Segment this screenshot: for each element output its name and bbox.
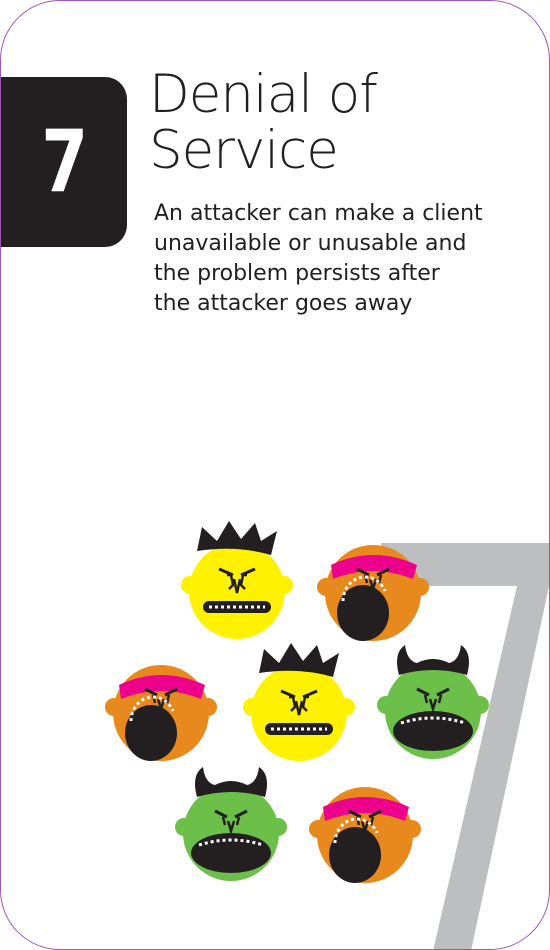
yellow-monster (241, 641, 357, 763)
green-monster (375, 643, 491, 761)
card: 7 Denial of Service An attacker can make… (0, 0, 550, 950)
yellow-monster (179, 519, 295, 641)
orange-monster (103, 663, 219, 763)
green-monster (173, 765, 289, 883)
orange-monster (307, 785, 423, 885)
monsters-illustration (103, 519, 549, 949)
